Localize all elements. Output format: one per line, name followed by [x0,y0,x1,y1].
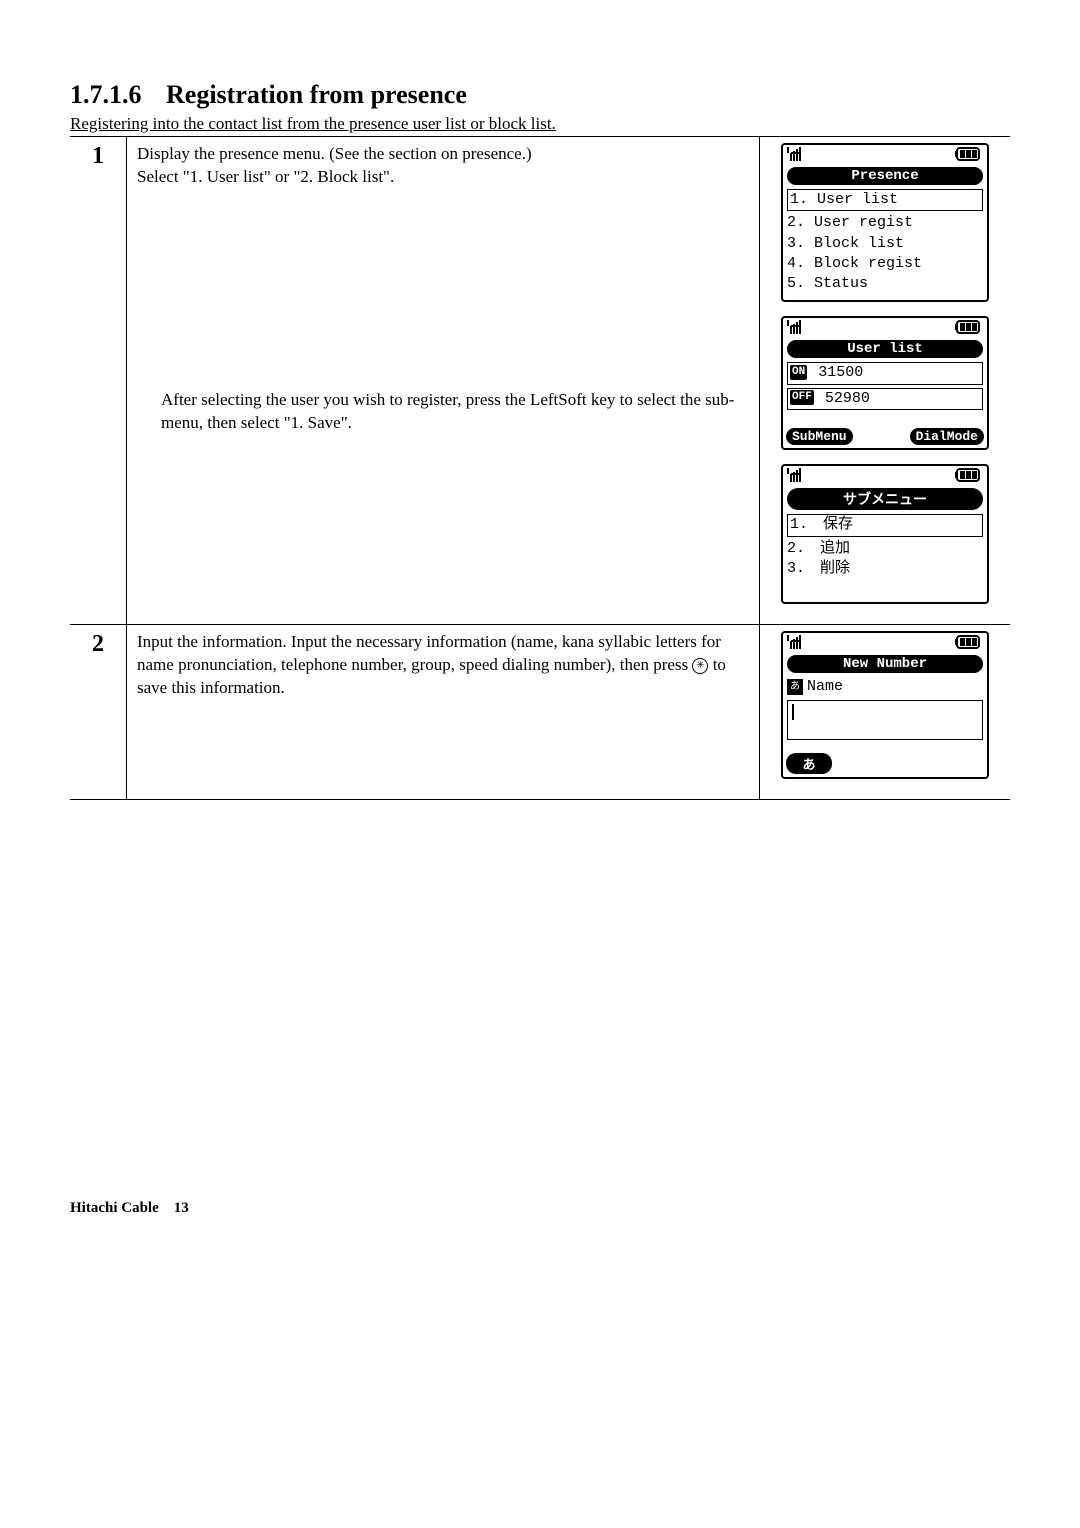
screen-title: サブメニュー [787,488,983,510]
menu-item: 3. 削除 [787,559,983,579]
screen-title: User list [787,340,983,358]
step-text: Display the presence menu. (See the sect… [127,137,760,625]
menu-item: 5. Status [787,274,983,294]
battery-icon [955,146,983,167]
phone-screen-presence: Presence 1. User list 2. User regist 3. … [781,143,989,302]
menu-item: 2. User regist [787,213,983,233]
list-row-number: 31500 [818,364,863,381]
menu-item: 4. Block regist [787,254,983,274]
input-label: Name [807,677,843,697]
softkey-right: DialMode [910,428,984,445]
menu-item: 3. Block list [787,234,983,254]
step-paragraph: After selecting the user you wish to reg… [161,389,749,435]
step-number: 2 [70,625,127,800]
page-footer: Hitachi Cable 13 [70,1200,1010,1217]
battery-icon [955,634,983,655]
section-number: 1.7.1.6 [70,80,142,109]
ok-button-icon: ✳ [692,658,708,674]
step-text: Input the information. Input the necessa… [127,625,760,800]
step-paragraph: Display the presence menu. (See the sect… [137,143,749,166]
signal-icon [787,319,813,340]
list-row: ON 31500 [787,362,983,384]
section-heading: 1.7.1.6 Registration from presence [70,80,1010,110]
screenshots-cell: New Number あ Name あ [760,625,1011,800]
battery-icon [955,319,983,340]
battery-icon [955,467,983,488]
section-title: Registration from presence [166,80,467,109]
menu-item-selected: 1. 保存 [787,514,983,536]
menu-item: 2. 追加 [787,539,983,559]
footer-page: 13 [174,1200,189,1216]
input-mode-icon: あ [787,679,803,695]
screen-title: Presence [787,167,983,185]
steps-table: 1 Display the presence menu. (See the se… [70,136,1010,800]
softkey-left: SubMenu [786,428,853,445]
phone-screen-newnumber: New Number あ Name あ [781,631,989,779]
footer-brand: Hitachi Cable [70,1200,159,1216]
screenshots-cell: Presence 1. User list 2. User regist 3. … [760,137,1011,625]
softkey-left: あ [786,753,832,774]
step-row: 1 Display the presence menu. (See the se… [70,137,1010,625]
status-badge: OFF [790,390,814,405]
name-input[interactable] [787,700,983,740]
signal-icon [787,467,813,488]
section-subtitle: Registering into the contact list from t… [70,114,1010,134]
status-badge: ON [790,365,807,380]
step-paragraph: Select "1. User list" or "2. Block list"… [137,166,749,189]
phone-screen-submenu: サブメニュー 1. 保存 2. 追加 3. 削除 [781,464,989,604]
list-row-number: 52980 [825,390,870,407]
step-paragraph: Input the information. Input the necessa… [137,632,721,674]
menu-item-selected: 1. User list [787,189,983,211]
screen-title: New Number [787,655,983,673]
phone-screen-userlist: User list ON 31500 OFF 52980 SubMenu Dia… [781,316,989,450]
list-row: OFF 52980 [787,388,983,410]
signal-icon [787,146,813,167]
signal-icon [787,634,813,655]
step-row: 2 Input the information. Input the neces… [70,625,1010,800]
step-number: 1 [70,137,127,625]
